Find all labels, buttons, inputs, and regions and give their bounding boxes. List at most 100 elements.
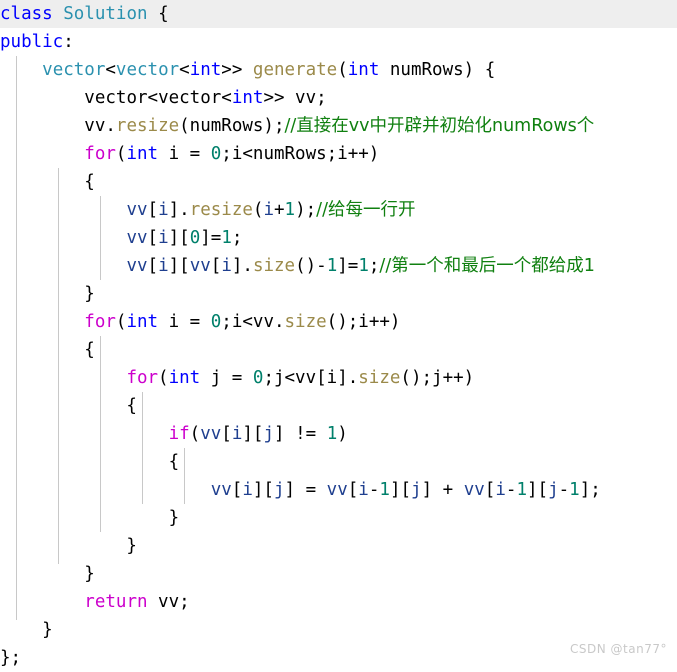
code-token: [ xyxy=(347,480,359,500)
code-token: 0 xyxy=(252,368,264,388)
code-token: [ xyxy=(147,200,159,220)
code-content[interactable]: class Solution {public: vector<vector<in… xyxy=(0,0,677,672)
code-line[interactable]: vector<vector<int>> vv; xyxy=(0,84,677,112)
code-token: vector xyxy=(158,88,222,108)
code-token: i xyxy=(242,480,253,500)
code-line[interactable]: { xyxy=(0,392,677,420)
code-line[interactable]: vv[i][0]=1; xyxy=(0,224,677,252)
code-token: ][ xyxy=(389,480,412,500)
code-token: vv xyxy=(84,116,106,136)
code-token: } xyxy=(0,564,95,584)
code-token: //给每一行开 xyxy=(316,200,416,220)
code-line[interactable]: for(int i = 0;i<numRows;i++) xyxy=(0,140,677,168)
code-token: 1 xyxy=(358,256,369,276)
code-line[interactable]: } xyxy=(0,560,677,588)
code-token: for xyxy=(84,144,116,164)
code-token: < xyxy=(147,88,159,108)
code-token: 1 xyxy=(326,256,338,276)
code-line[interactable]: for(int i = 0;i<vv.size();i++) xyxy=(0,308,677,336)
code-token: 1 xyxy=(516,480,527,500)
code-token: ]. xyxy=(231,256,253,276)
code-token: ][ xyxy=(168,228,190,248)
code-token: if xyxy=(168,424,190,444)
code-token: ) xyxy=(337,424,348,444)
code-token: int xyxy=(231,88,264,108)
code-line[interactable]: vector<vector<int>> generate(int numRows… xyxy=(0,56,677,84)
code-token: ; xyxy=(231,228,243,248)
code-token: ( xyxy=(115,312,127,332)
code-token: resize xyxy=(189,200,253,220)
code-token: < xyxy=(105,60,116,80)
code-line[interactable]: { xyxy=(0,448,677,476)
code-line[interactable]: vv[i][vv[i].size()-1]=1;//第一个和最后一个都给成1 xyxy=(0,252,677,280)
code-token: i xyxy=(158,228,169,248)
code-token: numRows xyxy=(379,60,464,80)
csdn-watermark: CSDN @tan77° xyxy=(570,642,667,656)
code-token: ][ xyxy=(242,424,264,444)
code-token: int xyxy=(168,368,201,388)
code-line[interactable]: } xyxy=(0,616,677,644)
code-token: { xyxy=(0,452,180,472)
code-token: ][ xyxy=(168,256,190,276)
code-token: j xyxy=(263,424,274,444)
code-token: vv xyxy=(463,480,485,500)
code-line[interactable]: vv[i][j] = vv[i-1][j] + vv[i-1][j-1]; xyxy=(0,476,677,504)
code-line[interactable]: vv.resize(numRows);//直接在vv中开辟并初始化numRows… xyxy=(0,112,677,140)
code-token: ;j<vv[i]. xyxy=(263,368,359,388)
code-token: >> vv; xyxy=(263,88,327,108)
code-token: vv xyxy=(326,480,348,500)
code-line[interactable]: } xyxy=(0,532,677,560)
code-token: i xyxy=(358,480,369,500)
code-line[interactable]: return vv; xyxy=(0,588,677,616)
code-token: + xyxy=(274,200,285,220)
code-token: i xyxy=(263,200,274,220)
code-token: < xyxy=(179,60,190,80)
code-line[interactable]: vv[i].resize(i+1);//给每一行开 xyxy=(0,196,677,224)
code-token: [ xyxy=(484,480,496,500)
code-token: i xyxy=(231,424,243,444)
code-token: vv xyxy=(200,424,222,444)
code-token: }; xyxy=(0,648,22,668)
code-token: Solution xyxy=(63,4,148,24)
code-line[interactable]: public: xyxy=(0,28,677,56)
code-line[interactable]: for(int j = 0;j<vv[i].size();j++) xyxy=(0,364,677,392)
code-token: class xyxy=(0,4,53,24)
code-token: ();i++) xyxy=(326,312,401,332)
code-token: [ xyxy=(210,256,222,276)
code-token: vector xyxy=(42,60,106,80)
code-line[interactable]: } xyxy=(0,504,677,532)
code-token: ;i<vv. xyxy=(221,312,285,332)
code-token: ][ xyxy=(252,480,274,500)
code-token: vv xyxy=(126,200,148,220)
code-editor[interactable]: class Solution {public: vector<vector<in… xyxy=(0,0,677,668)
code-line[interactable]: { xyxy=(0,336,677,364)
code-token: ] != xyxy=(274,424,327,444)
code-line[interactable]: } xyxy=(0,280,677,308)
code-token: (numRows); xyxy=(179,116,285,136)
code-token: 0 xyxy=(189,228,201,248)
code-token: . xyxy=(105,116,116,136)
code-token: j xyxy=(548,480,559,500)
code-token: ][ xyxy=(526,480,549,500)
code-token: //直接在vv中开辟并初始化numRows个 xyxy=(284,116,595,136)
code-token: i xyxy=(158,200,169,220)
code-token: vv xyxy=(189,256,211,276)
code-line[interactable]: { xyxy=(0,168,677,196)
code-token: ]= xyxy=(200,228,222,248)
code-token: size xyxy=(252,256,296,276)
code-line[interactable]: class Solution { xyxy=(0,0,677,28)
code-token: ; xyxy=(368,256,380,276)
code-token: { xyxy=(0,172,95,192)
code-token: 0 xyxy=(210,144,222,164)
code-line[interactable]: if(vv[i][j] != 1) xyxy=(0,420,677,448)
code-token: - xyxy=(505,480,517,500)
code-token: [ xyxy=(147,256,159,276)
code-token: vector xyxy=(115,60,180,80)
code-token: ) { xyxy=(463,60,496,80)
code-token: resize xyxy=(115,116,180,136)
code-token: - xyxy=(368,480,380,500)
